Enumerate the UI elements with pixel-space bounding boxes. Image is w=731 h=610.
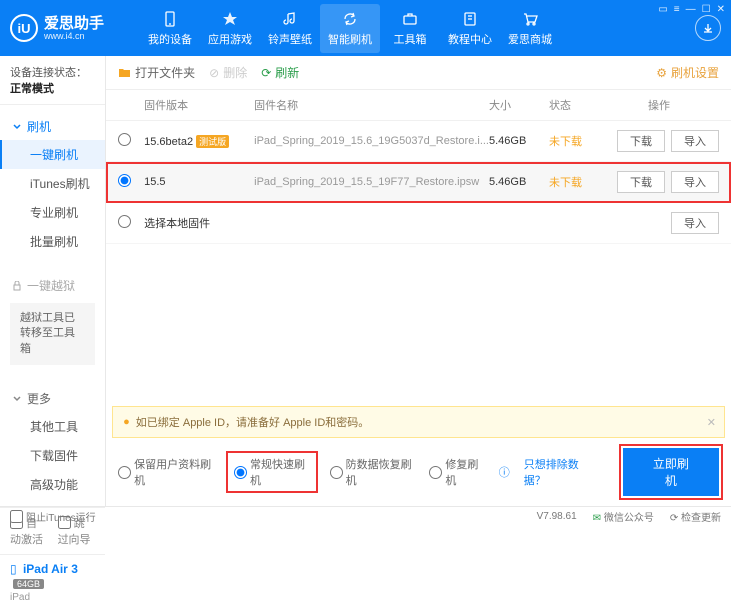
nav-flash[interactable]: 智能刷机 [320,4,380,53]
nav-toolbox[interactable]: 工具箱 [380,4,440,53]
col-version: 固件版本 [144,97,254,113]
firmware-row[interactable]: 15.6beta2测试版 iPad_Spring_2019_15.6_19G50… [106,121,731,162]
sidebar-item-downloadfw[interactable]: 下载固件 [0,441,105,470]
toolbox-icon [401,10,419,28]
flash-options: 保留用户资料刷机 常规快速刷机 防数据恢复刷机 修复刷机 ⓘ 只想排除数据？ 立… [106,438,731,506]
sidebar-hd-jailbreak[interactable]: 一键越狱 [0,272,105,299]
exclude-data-link[interactable]: 只想排除数据？ [524,456,595,488]
local-firmware-row[interactable]: 选择本地固件 导入 [106,203,731,244]
nav-my-device[interactable]: 我的设备 [140,4,200,53]
sidebar-item-oneclick[interactable]: 一键刷机 [0,140,105,169]
block-itunes-checkbox[interactable]: 阻止iTunes运行 [10,509,96,524]
sidebar-hd-flash[interactable]: 刷机 [0,113,105,140]
folder-icon [118,66,131,79]
wechat-icon: ✉ [593,513,601,524]
nav-tutorials[interactable]: 教程中心 [440,4,500,53]
cart-icon [521,10,539,28]
mode-repair[interactable]: 修复刷机 [429,456,484,488]
sidebar: 设备连接状态：正常模式 刷机 一键刷机 iTunes刷机 专业刷机 批量刷机 一… [0,56,106,506]
sidebar-item-batch[interactable]: 批量刷机 [0,227,105,256]
download-button[interactable]: 下载 [617,130,665,152]
app-name: 爱思助手 [44,16,104,31]
refresh-icon: ⟳ [261,66,271,80]
col-name: 固件名称 [254,97,489,113]
device-info[interactable]: ▯ iPad Air 3 64GB iPad [0,554,105,610]
version-label: V7.98.61 [537,511,577,522]
top-nav: 我的设备 应用游戏 铃声壁纸 智能刷机 工具箱 教程中心 爱思商城 [140,4,687,53]
col-size: 大小 [489,97,549,113]
lock-icon [12,281,22,291]
wechat-link[interactable]: ✉ 微信公众号 [593,509,654,524]
toolbar: 打开文件夹 ⊘删除 ⟳刷新 ⚙刷机设置 [106,56,731,90]
delete-icon: ⊘ [209,66,219,80]
download-button[interactable]: 下载 [617,171,665,193]
appleid-warning: ● 如已绑定 Apple ID，请准备好 Apple ID和密码。 ✕ [112,406,725,438]
app-icon [221,10,239,28]
nav-store[interactable]: 爱思商城 [500,4,560,53]
import-button[interactable]: 导入 [671,130,719,152]
chevron-down-icon [12,122,22,132]
jailbreak-note: 越狱工具已转移至工具箱 [10,303,95,365]
firmware-radio[interactable] [118,215,131,228]
nav-ringtones[interactable]: 铃声壁纸 [260,4,320,53]
import-button[interactable]: 导入 [671,171,719,193]
tablet-icon: ▯ [10,562,17,576]
chevron-down-icon [12,394,22,404]
settings-icon[interactable]: ≡ [674,4,680,15]
gear-icon: ⚙ [656,66,667,80]
col-action: 操作 [599,97,719,113]
app-logo: iU 爱思助手 www.i4.cn [10,14,140,42]
sidebar-item-advanced[interactable]: 高级功能 [0,470,105,499]
close-warning-icon[interactable]: ✕ [707,416,716,429]
close-icon[interactable]: ✕ [717,4,725,15]
download-button[interactable] [695,15,721,41]
col-status: 状态 [549,97,599,113]
sidebar-item-pro[interactable]: 专业刷机 [0,198,105,227]
info-icon[interactable]: ⓘ [499,464,510,480]
check-update-link[interactable]: ⟳ 检查更新 [670,509,721,524]
update-icon: ⟳ [670,513,678,524]
status-bar: 阻止iTunes运行 V7.98.61 ✉ 微信公众号 ⟳ 检查更新 [0,506,731,526]
nav-apps[interactable]: 应用游戏 [200,4,260,53]
flash-now-button[interactable]: 立即刷机 [623,448,719,496]
phone-icon [161,10,179,28]
minimize-icon[interactable]: — [686,4,696,15]
book-icon [461,10,479,28]
firmware-radio[interactable] [118,174,131,187]
flash-settings-button[interactable]: ⚙刷机设置 [656,64,719,81]
refresh-button[interactable]: ⟳刷新 [261,64,299,81]
window-controls: ▭ ≡ — ☐ ✕ [658,4,725,15]
sidebar-item-itunes[interactable]: iTunes刷机 [0,169,105,198]
connection-status: 设备连接状态：正常模式 [0,56,105,105]
warning-icon: ● [123,416,130,428]
mode-keep-data[interactable]: 保留用户资料刷机 [118,456,214,488]
maximize-icon[interactable]: ☐ [702,4,711,15]
table-header: 固件版本 固件名称 大小 状态 操作 [106,90,731,121]
logo-icon: iU [10,14,38,42]
mode-protect[interactable]: 防数据恢复刷机 [330,456,416,488]
open-folder-button[interactable]: 打开文件夹 [118,64,195,81]
firmware-row-selected[interactable]: 15.5 iPad_Spring_2019_15.5_19F77_Restore… [106,162,731,203]
mode-normal[interactable]: 常规快速刷机 [228,453,316,491]
sidebar-hd-more[interactable]: 更多 [0,385,105,412]
delete-button[interactable]: ⊘删除 [209,64,247,81]
app-url: www.i4.cn [44,31,104,41]
music-icon [281,10,299,28]
sidebar-item-othertools[interactable]: 其他工具 [0,412,105,441]
menu-icon[interactable]: ▭ [658,4,667,15]
import-button[interactable]: 导入 [671,212,719,234]
flash-icon [341,10,359,28]
firmware-radio[interactable] [118,133,131,146]
